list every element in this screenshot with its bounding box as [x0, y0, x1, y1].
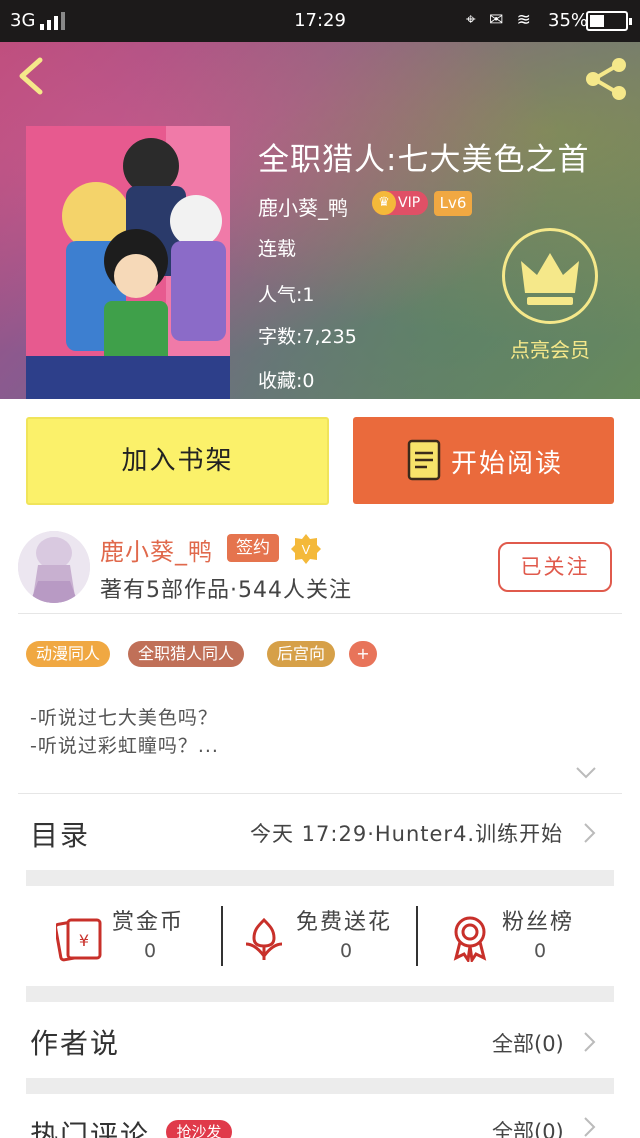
divider — [221, 906, 223, 966]
book-favorites: 收藏:0 — [258, 370, 315, 392]
catalog-label[interactable]: 目录 — [30, 814, 90, 854]
tag-item[interactable]: 后宫向 — [267, 641, 336, 667]
reward-flower[interactable]: 免费送花 0 — [240, 904, 410, 968]
sofa-badge: 抢沙发 — [166, 1120, 232, 1138]
share-icon[interactable] — [582, 56, 630, 102]
battery-icon — [586, 11, 632, 31]
chevron-right-icon[interactable] — [582, 822, 596, 844]
hot-comments-title[interactable]: 热门评论 — [30, 1114, 150, 1138]
reward-count: 0 — [339, 940, 353, 962]
member-button[interactable]: 点亮会员 — [500, 228, 602, 368]
svg-text:¥: ¥ — [79, 931, 89, 950]
reward-name: 免费送花 — [296, 910, 393, 935]
reward-fans-ranking[interactable]: 粉丝榜 0 — [446, 904, 596, 968]
verified-icon: V — [290, 533, 322, 565]
battery-percent: 35% — [548, 10, 589, 31]
book-cover[interactable] — [26, 126, 230, 399]
medal-icon — [453, 916, 487, 962]
author-name[interactable]: 鹿小葵_鸭 — [100, 532, 213, 567]
start-reading-button[interactable]: 开始阅读 — [353, 417, 614, 504]
author-says-all-link[interactable]: 全部(0) — [492, 1028, 564, 1058]
reward-count: 0 — [533, 940, 547, 962]
level-badge: Lv6 — [434, 191, 472, 216]
hot-comments-all-link[interactable]: 全部(0) — [492, 1116, 564, 1138]
vip-badge: ♛ VIP — [372, 191, 428, 215]
chevron-right-icon[interactable] — [582, 1116, 596, 1138]
crown-icon — [502, 228, 598, 324]
member-label: 点亮会员 — [510, 338, 590, 362]
tag-item[interactable]: 动漫同人 — [26, 641, 111, 667]
divider — [18, 793, 622, 794]
book-word-count: 字数:7,235 — [258, 326, 357, 348]
book-header: 全职猎人:七大美色之首 鹿小葵_鸭 ♛ VIP Lv6 连载 人气:1 字数:7… — [0, 42, 640, 399]
section-gap — [26, 1078, 614, 1094]
back-icon[interactable] — [14, 56, 54, 96]
status-icons: ⌖ ✉ ≋ — [466, 10, 535, 30]
crown-icon: ♛ — [372, 191, 396, 215]
reward-count: 0 — [143, 940, 157, 962]
follow-button[interactable]: 已关注 — [498, 542, 612, 592]
chevron-right-icon[interactable] — [582, 1031, 596, 1053]
section-gap — [26, 870, 614, 886]
tag-item[interactable]: 全职猎人同人 — [128, 641, 245, 667]
start-reading-label: 开始阅读 — [451, 449, 564, 479]
book-intro[interactable]: -听说过七大美色吗？ -听说过彩虹瞳吗？... — [30, 704, 219, 760]
reward-coins[interactable]: ¥ 赏金币 0 — [56, 904, 206, 968]
book-status: 连载 — [258, 238, 297, 260]
book-title: 全职猎人:七大美色之首 — [258, 142, 590, 178]
latest-chapter[interactable]: 今天 17:29·Hunter4.训练开始 — [250, 818, 563, 848]
add-to-shelf-button[interactable]: 加入书架 — [26, 417, 329, 505]
author-stats: 著有5部作品·544人关注 — [100, 578, 352, 603]
verified-letter: V — [302, 542, 311, 557]
divider — [416, 906, 418, 966]
cover-illustration — [26, 126, 230, 399]
divider — [18, 613, 622, 614]
reward-name: 粉丝榜 — [502, 910, 575, 935]
intro-line: -听说过七大美色吗？ — [30, 707, 218, 729]
clock: 17:29 — [294, 10, 346, 31]
book-popularity: 人气:1 — [258, 284, 315, 306]
reward-name: 赏金币 — [112, 910, 185, 935]
chevron-down-icon[interactable] — [575, 766, 597, 780]
signed-badge: 签约 — [227, 534, 279, 562]
book-author[interactable]: 鹿小葵_鸭 — [258, 192, 348, 221]
flower-icon — [245, 917, 283, 960]
status-bar: 3G 17:29 ⌖ ✉ ≋ 35% — [0, 0, 640, 42]
section-gap — [26, 986, 614, 1002]
vip-label: VIP — [398, 195, 421, 211]
intro-line: -听说过彩虹瞳吗？... — [30, 735, 219, 757]
book-icon — [407, 439, 441, 481]
author-says-title[interactable]: 作者说 — [30, 1022, 120, 1062]
author-avatar[interactable] — [18, 531, 90, 603]
add-tag-button[interactable]: + — [349, 641, 377, 667]
red-envelope-icon: ¥ — [56, 918, 102, 962]
